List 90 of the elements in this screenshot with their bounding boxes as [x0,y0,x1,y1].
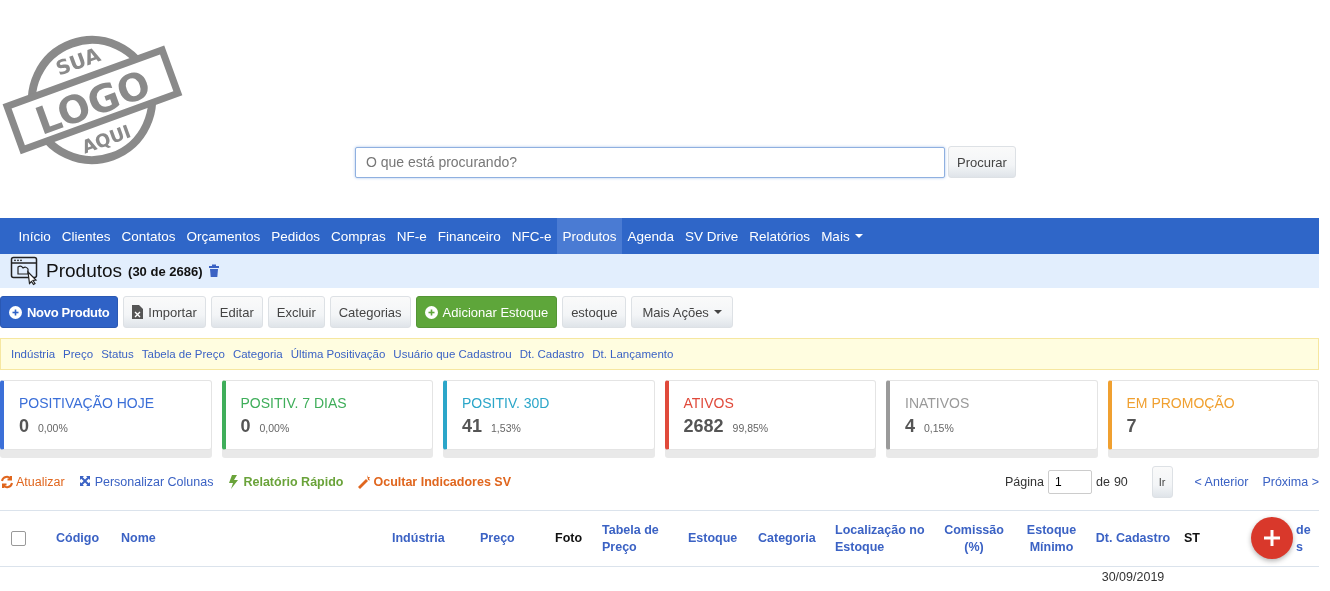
add-button[interactable] [1251,517,1293,559]
nav-item[interactable]: Compras [325,218,392,254]
file-icon [132,305,144,319]
indicator-percent: 0,00% [38,422,68,434]
page-total: 90 [1113,475,1128,489]
nav-item[interactable]: Agenda [622,218,680,254]
column-header[interactable]: Tabela de Preço [594,521,680,556]
nav-item[interactable]: Início [13,218,57,254]
filter-link[interactable]: Preço [63,348,94,360]
nav-item[interactable]: NFC-e [506,218,557,254]
column-header[interactable]: Código [48,530,113,547]
indicator-percent: 1,53% [491,422,521,434]
nav-item[interactable]: NF-e [391,218,433,254]
indicator-value: 0 [240,416,251,437]
nav-item[interactable]: Contatos [116,218,182,254]
nav-item[interactable]: Financeiro [432,218,507,254]
action-button[interactable]: Categorias [329,296,411,328]
indicator-percent: 99,85% [732,422,769,434]
indicator-label: POSITIV. 7 DIAS [240,395,348,411]
action-button[interactable]: Novo Produto [0,296,119,328]
previous-link[interactable]: < Anterior [1194,475,1249,489]
action-button[interactable]: estoque [562,296,627,328]
page-title: Produtos [46,260,123,282]
page-field[interactable]: 1 [1047,470,1092,494]
filter-link[interactable]: Categoria [232,348,283,360]
indicator-value: 2682 [683,416,724,437]
page-label: Página [1005,475,1044,489]
column-header[interactable]: Preço [472,530,547,547]
nav-item[interactable]: Relatórios [743,218,816,254]
column-header[interactable]: Estoque [680,530,750,547]
action-button[interactable]: Mais Ações [631,296,733,328]
plus-icon [424,305,438,319]
action-button[interactable]: Importar [123,296,206,328]
table-cell-text: 30/09/2019 [1100,569,1166,584]
select-all-checkbox[interactable] [11,531,26,546]
trash-icon[interactable] [208,264,221,278]
column-header[interactable]: de s [1296,521,1311,556]
indicator-label: POSITIV. 30D [462,395,551,411]
search-button[interactable]: Procurar [948,146,1016,178]
column-header[interactable]: Nome [113,530,384,547]
column-header[interactable]: Comissão (%) [935,521,1013,556]
indicator-value: 7 [1126,416,1137,437]
window-cursor-icon [10,256,40,286]
action-button[interactable]: Excluir [267,296,325,328]
filter-link[interactable]: Indústria [11,348,56,360]
nav-item[interactable]: SV Drive [679,218,744,254]
filter-link[interactable]: Dt. Lançamento [592,348,674,360]
refresh-icon [0,475,13,489]
indicator-percent: 0,15% [924,422,954,434]
nav-item[interactable]: Mais [815,218,869,254]
filter-link[interactable]: Dt. Cadastro [519,348,585,360]
nav-item[interactable]: Clientes [56,218,117,254]
toolbar-link[interactable]: Personalizar Colunas [78,475,214,489]
column-header: Foto [554,530,584,547]
column-header[interactable]: Dt. Cadastro [1090,530,1176,547]
expand-icon [78,475,92,489]
indicator-value: 41 [462,416,483,437]
indicator-label: POSITIVAÇÃO HOJE [19,395,156,411]
indicator-value: 4 [905,416,915,437]
filter-link[interactable]: Última Positivação [290,348,386,360]
page-of-label: de [1095,475,1110,489]
magic-wand-icon [357,475,371,489]
nav-item[interactable]: Orçamentos [181,218,266,254]
action-button[interactable]: Editar [210,296,263,328]
toolbar-link[interactable]: Ocultar Indicadores SV [357,475,511,489]
plus-icon [1264,530,1280,546]
nav-item[interactable]: Produtos [557,218,623,254]
indicator-label: ATIVOS [683,395,735,411]
nav-item[interactable]: Pedidos [265,218,326,254]
next-link[interactable]: Próxima > [1262,475,1319,489]
column-header[interactable]: Categoria [750,530,827,547]
filter-link[interactable]: Status [101,348,134,360]
column-header[interactable]: Localização no Estoque [827,521,935,556]
column-header: ST [1183,530,1201,547]
column-header[interactable]: Indústria [384,530,472,547]
search-field[interactable]: O que está procurando? [355,146,945,178]
indicator-label: EM PROMOÇÃO [1126,395,1236,411]
indicator-percent: 0,00% [259,422,290,434]
filter-link[interactable]: Usuário que Cadastrou [393,348,512,360]
go-button[interactable]: Ir [1151,466,1173,498]
indicator-value: 0 [19,416,29,437]
filter-link[interactable]: Tabela de Preço [141,348,225,360]
action-button[interactable]: Adicionar Estoque [415,296,558,328]
plus-icon [9,305,22,319]
toolbar-link[interactable]: Atualizar [0,475,65,489]
indicator-label: INATIVOS [905,395,971,411]
toolbar-link[interactable]: Relatório Rápido [227,475,344,489]
record-count: (30 de 2686) [128,263,203,279]
lightning-icon [227,475,241,489]
column-header[interactable]: Estoque Mínimo [1013,521,1090,556]
